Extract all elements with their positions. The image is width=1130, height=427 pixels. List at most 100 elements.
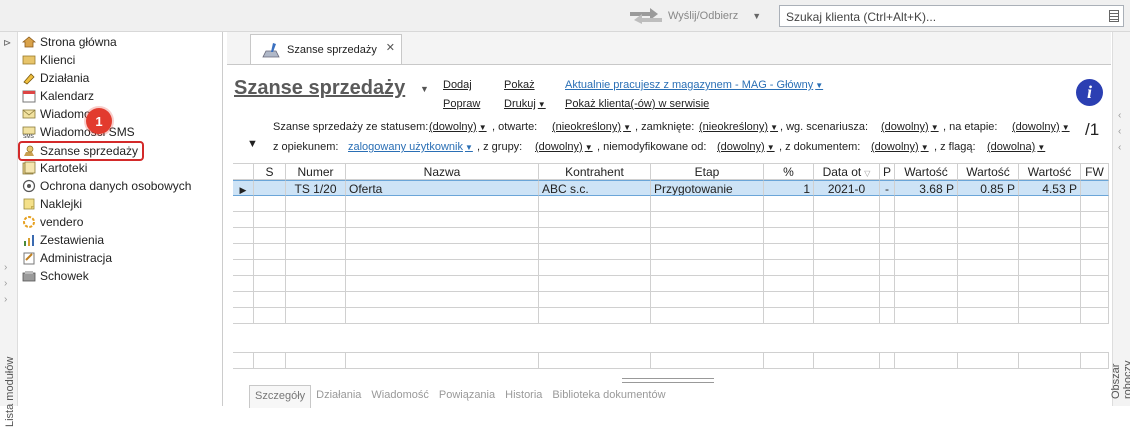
- chevron-left-icon[interactable]: ‹: [1118, 110, 1121, 121]
- show-link[interactable]: Pokaż: [504, 79, 535, 91]
- chevron-right-icon[interactable]: ›: [4, 262, 7, 273]
- chevron-right-icon[interactable]: ›: [4, 278, 7, 289]
- add-link[interactable]: Dodaj: [443, 79, 472, 91]
- empty-cell: [958, 228, 1019, 244]
- empty-cell: [1019, 228, 1081, 244]
- flag-filter-value[interactable]: (dowolna) ▼: [987, 141, 1045, 153]
- nav-item-home[interactable]: Strona główna: [22, 33, 117, 51]
- nav-item-sms[interactable]: SMS Wiadomości SMS: [22, 123, 135, 141]
- group-filter-value[interactable]: (dowolny) ▼: [535, 141, 593, 153]
- nav-item-sales-chances[interactable]: Szanse sprzedaży: [18, 141, 145, 161]
- empty-cell: [346, 260, 539, 276]
- info-icon[interactable]: i: [1076, 79, 1103, 106]
- column-header-nazwa[interactable]: Nazwa: [346, 163, 539, 180]
- empty-cell: [539, 212, 651, 228]
- guardian-filter-value[interactable]: zalogowany użytkownik ▼: [348, 141, 473, 153]
- column-header-value-3[interactable]: Wartość: [1019, 163, 1081, 180]
- nav-item-actions[interactable]: Działania: [22, 69, 89, 87]
- chevron-left-icon[interactable]: ‹: [1118, 142, 1121, 153]
- empty-table-row: [233, 244, 1109, 260]
- page-title[interactable]: Szanse sprzedaży: [234, 77, 405, 100]
- warehouse-link[interactable]: Aktualnie pracujesz z magazynem - MAG - …: [565, 79, 823, 91]
- nav-item-reports[interactable]: Zestawienia: [22, 231, 104, 249]
- stage-filter-label: , na etapie:: [943, 121, 998, 133]
- chevron-down-icon: ▼: [623, 123, 632, 132]
- splitter-handle[interactable]: [622, 378, 714, 383]
- column-header-kontrahent[interactable]: Kontrahent: [539, 163, 651, 180]
- chevron-down-icon: ▼: [478, 123, 487, 132]
- nav-item-clients[interactable]: Klienci: [22, 51, 75, 69]
- stage-filter-value[interactable]: (dowolny) ▼: [1012, 121, 1070, 133]
- nav-item-admin[interactable]: Administracja: [22, 249, 112, 267]
- edit-link[interactable]: Popraw: [443, 98, 480, 110]
- tab-relations[interactable]: Powiązania: [434, 385, 500, 407]
- house-icon: [22, 36, 36, 48]
- print-label: Drukuj: [504, 98, 536, 110]
- show-client-service-link[interactable]: Pokaż klienta(-ów) w serwisie: [565, 98, 709, 110]
- table-row[interactable]: ▶ TS 1/20 Oferta ABC s.c. Przygotowanie …: [233, 180, 1109, 196]
- tab-documents-library[interactable]: Biblioteka dokumentów: [547, 385, 670, 407]
- status-filter-value[interactable]: (dowolny) ▼: [429, 121, 487, 133]
- tab-sales-chances[interactable]: Szanse sprzedaży ✕: [250, 34, 402, 64]
- column-header-etap[interactable]: Etap: [651, 163, 764, 180]
- empty-cell: [764, 244, 814, 260]
- empty-cell: [233, 228, 254, 244]
- tab-actions[interactable]: Działania: [311, 385, 366, 407]
- chevron-right-icon[interactable]: ›: [4, 294, 7, 305]
- sticker-icon: [23, 198, 35, 210]
- open-filter-value[interactable]: (nieokreślony) ▼: [552, 121, 631, 133]
- column-header-value-1[interactable]: Wartość: [895, 163, 958, 180]
- column-header-s[interactable]: S: [254, 163, 286, 180]
- nav-item-label: Schowek: [40, 269, 89, 283]
- print-link[interactable]: Drukuj ▼: [504, 98, 546, 110]
- scenario-filter-value[interactable]: (dowolny) ▼: [881, 121, 939, 133]
- workspace-strip[interactable]: ‹ ‹ ‹ Obszar roboczy: [1110, 32, 1130, 406]
- cell-numer: TS 1/20: [286, 180, 346, 196]
- column-header-date[interactable]: Data ot ▽: [814, 163, 880, 180]
- warehouse-label: Aktualnie pracujesz z magazynem - MAG - …: [565, 79, 814, 91]
- cell-value-1: 3.68 P: [895, 180, 958, 196]
- column-header-percent[interactable]: %: [764, 163, 814, 180]
- tab-message[interactable]: Wiadomość: [366, 385, 433, 407]
- nav-item-records[interactable]: Kartoteki: [22, 159, 87, 177]
- send-receive-button[interactable]: Wyślij/Odbierz ▼: [628, 6, 761, 26]
- column-header-value-2[interactable]: Wartość: [958, 163, 1019, 180]
- tab-details[interactable]: Szczegóły: [249, 385, 312, 408]
- list-icon[interactable]: [1109, 10, 1119, 22]
- closed-filter-value[interactable]: (nieokreślony) ▼: [699, 121, 778, 133]
- nav-item-stickers[interactable]: Naklejki: [22, 195, 82, 213]
- chevron-left-icon[interactable]: ‹: [1118, 126, 1121, 137]
- empty-cell: [1081, 276, 1109, 292]
- filter-value-text: (dowolny): [717, 141, 765, 153]
- empty-cell: [895, 228, 958, 244]
- empty-cell: [814, 228, 880, 244]
- empty-cell: [1019, 260, 1081, 276]
- empty-cell: [880, 212, 895, 228]
- nav-item-gdpr[interactable]: Ochrona danych osobowych: [22, 177, 191, 195]
- unmodified-filter-value[interactable]: (dowolny) ▼: [717, 141, 775, 153]
- tab-history[interactable]: Historia: [500, 385, 547, 407]
- grid-menu-icon[interactable]: ▼: [247, 138, 258, 150]
- filter-value-text: (nieokreślony): [699, 121, 769, 133]
- nav-item-vendero[interactable]: vendero: [22, 213, 83, 231]
- client-search-input[interactable]: Szukaj klienta (Ctrl+Alt+K)...: [779, 5, 1124, 27]
- empty-cell: [233, 260, 254, 276]
- column-header-fw[interactable]: FW: [1081, 163, 1109, 180]
- modules-list-strip[interactable]: ⊳ › › › Lista modułów: [0, 32, 18, 427]
- close-icon[interactable]: ✕: [386, 41, 395, 54]
- calendar-icon: [22, 90, 36, 103]
- document-filter-value[interactable]: (dowolny) ▼: [871, 141, 929, 153]
- pin-icon[interactable]: ⊳: [3, 38, 11, 49]
- column-header-numer[interactable]: Numer: [286, 163, 346, 180]
- nav-item-calendar[interactable]: Kalendarz: [22, 87, 94, 105]
- chevron-down-icon: ▼: [1037, 143, 1046, 152]
- caret-right-icon: ▶: [239, 185, 247, 195]
- summary-cell: [1019, 352, 1081, 369]
- chevron-down-icon[interactable]: ▼: [420, 84, 429, 94]
- chevron-down-icon[interactable]: ▼: [752, 11, 761, 21]
- nav-item-clipboard[interactable]: Schowek: [22, 267, 89, 285]
- empty-cell: [814, 260, 880, 276]
- empty-cell: [1019, 276, 1081, 292]
- nav-item-label: Kartoteki: [40, 161, 88, 175]
- column-header-p[interactable]: P: [880, 163, 895, 180]
